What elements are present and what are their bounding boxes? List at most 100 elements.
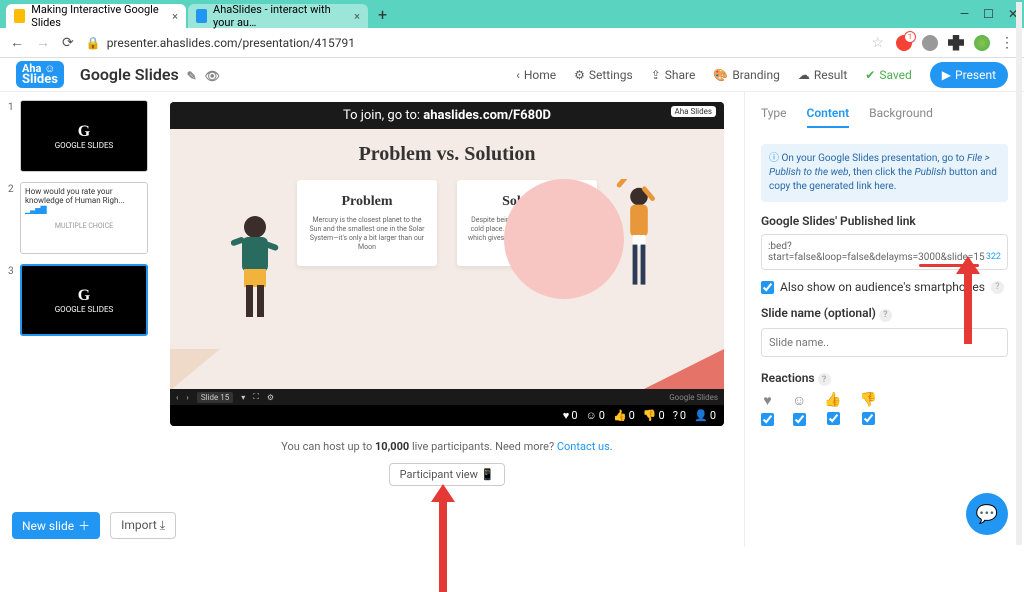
slide-title: Problem vs. Solution (359, 143, 536, 166)
reaction-toggle-dislike[interactable]: 👎 (860, 392, 877, 426)
url-text: presenter.ahaslides.com/presentation/415… (107, 36, 355, 50)
reaction-heart[interactable]: ♥0 (563, 409, 578, 422)
chat-fab[interactable]: 💬 (966, 493, 1008, 535)
thumbnail[interactable]: 1 GGOOGLE SLIDES (10, 100, 140, 172)
slide-preview: To join, go to: ahaslides.com/F680D Aha … (170, 102, 724, 426)
profile-avatar[interactable] (974, 35, 990, 51)
main-area: 1 GGOOGLE SLIDES 2 How would you rate yo… (0, 92, 1024, 547)
reaction-like[interactable]: 👍0 (613, 409, 635, 422)
audience-count: 👤0 (694, 409, 716, 422)
help-icon[interactable]: ? (991, 281, 1004, 294)
lock-icon: 🔒 (86, 36, 101, 50)
reaction-dislike[interactable]: 👎0 (643, 409, 665, 422)
reload-icon[interactable]: ⟳ (62, 35, 74, 51)
nav-settings[interactable]: ⚙ Settings (574, 68, 633, 82)
dropdown-icon[interactable]: ▾ (241, 393, 245, 402)
slide-controls[interactable]: ‹ › Slide 15 ▾ ⛶ ⚙ Google Slides (170, 389, 724, 405)
scrollbar[interactable] (1016, 92, 1022, 545)
char-count: 322 (986, 252, 1001, 262)
maximize-icon[interactable]: ☐ (983, 7, 994, 21)
properties-panel: Type Content Background ⓘ On your Google… (744, 92, 1024, 547)
contact-link[interactable]: Contact us (557, 440, 610, 453)
favicon-aha (196, 9, 207, 23)
tab-content[interactable]: Content (807, 106, 850, 128)
favicon-gslides (14, 9, 25, 23)
annotation-arrow (431, 484, 455, 592)
reaction-smile[interactable]: ☺0 (586, 409, 605, 422)
annotation-underline (919, 264, 979, 267)
reaction-toggle-like[interactable]: 👍 (824, 392, 841, 426)
prev-icon[interactable]: ‹ (176, 393, 178, 402)
aha-badge: Aha Slides (671, 106, 716, 117)
browser-titlebar: Making Interactive Google Slides × AhaSl… (0, 0, 1024, 28)
minimize-icon[interactable]: — (960, 7, 969, 21)
menu-icon[interactable]: ⋮ (1000, 35, 1014, 51)
person-illustration (220, 209, 290, 329)
checkbox[interactable] (761, 281, 774, 294)
nav-branding[interactable]: 🎨 Branding (713, 68, 779, 82)
url-field[interactable]: 🔒 presenter.ahaslides.com/presentation/4… (86, 36, 860, 50)
slide-thumbnails: 1 GGOOGLE SLIDES 2 How would you rate yo… (0, 92, 150, 547)
help-icon[interactable]: ? (879, 309, 892, 322)
gear-icon[interactable]: ⚙ (267, 393, 274, 402)
problem-card: Problem Mercury is the closest planet to… (297, 180, 437, 266)
import-button[interactable]: Import ⤓ (110, 512, 176, 539)
extensions: ⋮ (896, 35, 1014, 51)
tab-title: AhaSlides - interact with your au… (213, 3, 342, 29)
extension-icon[interactable] (896, 35, 912, 51)
slide-number[interactable]: Slide 15 (197, 392, 233, 403)
close-icon[interactable]: × (172, 10, 178, 23)
extensions-menu-icon[interactable] (948, 35, 964, 51)
visibility-icon[interactable]: 👁 (205, 69, 220, 83)
tab-title: Making Interactive Google Slides (31, 3, 160, 29)
panel-tabs: Type Content Background (761, 106, 1008, 128)
help-icon[interactable]: ? (818, 373, 831, 386)
published-link-input[interactable]: :bed?start=false&loop=false&delayms=3000… (761, 234, 1008, 270)
nav-result[interactable]: ☁ Result (798, 68, 847, 82)
back-icon[interactable]: ← (10, 34, 24, 51)
info-icon: ⓘ (769, 153, 779, 164)
nav-home[interactable]: ‹ Home (516, 68, 556, 82)
slide-editor: To join, go to: ahaslides.com/F680D Aha … (150, 92, 744, 547)
reaction-bar: ♥0 ☺0 👍0 👎0 ?0 👤0 (170, 405, 724, 426)
document-title[interactable]: Google Slides ✎ 👁 (80, 65, 220, 84)
app-header: Aha ☺ Slides Google Slides ✎ 👁 ‹ Home ⚙ … (0, 58, 1024, 92)
ahaslides-logo[interactable]: Aha ☺ Slides (16, 61, 64, 89)
slide-name-label: Slide name (optional) ? (761, 306, 1008, 322)
window-controls: — ☐ ✕ (960, 7, 1018, 21)
fullscreen-icon[interactable]: ⛶ (253, 392, 259, 402)
browser-address-bar: ← → ⟳ 🔒 presenter.ahaslides.com/presenta… (0, 28, 1024, 58)
google-slides-label: Google Slides (669, 393, 718, 402)
browser-tab-2[interactable]: AhaSlides - interact with your au… × (188, 4, 368, 28)
forward-icon[interactable]: → (36, 34, 50, 51)
browser-tab-1[interactable]: Making Interactive Google Slides × (6, 4, 186, 28)
bars-icon: ▁▃▅▇ (25, 205, 46, 214)
new-tab-button[interactable]: + (378, 5, 387, 24)
info-box: ⓘ On your Google Slides presentation, go… (761, 144, 1008, 202)
star-icon[interactable]: ☆ (871, 35, 884, 51)
edit-icon[interactable]: ✎ (187, 69, 197, 83)
thumbnail-selected[interactable]: 3 GGOOGLE SLIDES (10, 264, 140, 336)
reaction-toggle-smile[interactable]: ☺ (792, 392, 806, 426)
also-show-checkbox[interactable]: Also show on audience's smartphones ? (761, 280, 1008, 294)
reactions-toggles: ♥ ☺ 👍 👎 (761, 392, 1008, 426)
new-slide-button[interactable]: New slide ＋ (12, 512, 100, 539)
next-icon[interactable]: › (186, 393, 188, 402)
reaction-toggle-heart[interactable]: ♥ (761, 392, 774, 426)
join-bar: To join, go to: ahaslides.com/F680D Aha … (170, 102, 724, 129)
reaction-question[interactable]: ?0 (673, 409, 686, 422)
extension-icon[interactable] (922, 35, 938, 51)
participant-view-button[interactable]: Participant view 📱 (389, 463, 506, 486)
person-illustration (604, 179, 674, 299)
nav-share[interactable]: ⇪ Share (651, 68, 696, 82)
tab-type[interactable]: Type (761, 106, 787, 128)
header-nav: ‹ Home ⚙ Settings ⇪ Share 🎨 Branding ☁ R… (516, 62, 1008, 88)
slide-name-input[interactable] (761, 328, 1008, 357)
present-button[interactable]: ▶ Present (930, 62, 1008, 88)
host-note: You can host up to 10,000 live participa… (170, 440, 724, 453)
saved-indicator: ✔ Saved (865, 68, 912, 82)
close-icon[interactable]: × (354, 10, 360, 23)
reactions-label: Reactions ? (761, 371, 1008, 387)
thumbnail[interactable]: 2 How would you rate your knowledge of H… (10, 182, 140, 254)
tab-background[interactable]: Background (869, 106, 933, 128)
